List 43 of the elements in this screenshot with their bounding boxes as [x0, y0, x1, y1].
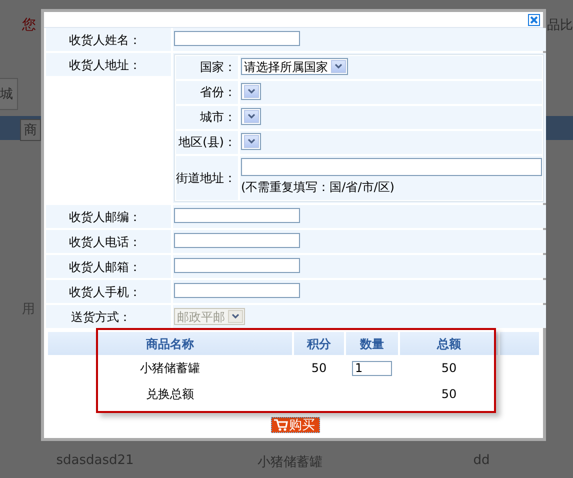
- buy-button[interactable]: 购买: [271, 417, 320, 433]
- postcode-input[interactable]: [174, 208, 300, 223]
- greeting-text: 您: [22, 16, 36, 35]
- field-label: 国家：: [176, 56, 238, 79]
- total-value: 50: [440, 360, 458, 377]
- country-select[interactable]: 请选择所属国家: [241, 58, 348, 75]
- field-label: 收货人手机：: [46, 280, 171, 303]
- points-value: 50: [310, 360, 328, 377]
- column-header: 总额: [400, 332, 498, 355]
- product-name: dd: [473, 453, 490, 470]
- cart-icon: [274, 419, 288, 431]
- close-icon[interactable]: [528, 14, 540, 26]
- field-label: 收货人邮箱：: [46, 255, 171, 278]
- field-label: 街道地址：: [176, 156, 238, 200]
- column-header: 数量: [346, 332, 398, 355]
- field-label: 送货方式：: [46, 305, 171, 328]
- summary-label: 兑换总额: [145, 386, 195, 403]
- field-label: 城市：: [176, 106, 238, 129]
- field-label: 地区(县)：: [176, 131, 238, 154]
- field-label: 收货人地址：: [46, 53, 171, 76]
- summary-total: 50: [440, 386, 458, 403]
- column-header: 积分: [294, 332, 344, 355]
- district-select[interactable]: [241, 133, 261, 150]
- hint-text: (不需重复填写：国/省/市/区): [241, 180, 396, 194]
- province-select[interactable]: [241, 83, 261, 100]
- email-input[interactable]: [174, 258, 300, 273]
- phone-input[interactable]: [174, 233, 300, 248]
- product-name: sdasdasd21: [56, 453, 134, 470]
- street-input[interactable]: [241, 158, 542, 176]
- city-select[interactable]: [241, 108, 261, 125]
- category-select[interactable]: 商: [20, 119, 41, 141]
- quantity-input[interactable]: 1: [352, 360, 392, 376]
- mobile-input[interactable]: [174, 283, 300, 298]
- nav-tab[interactable]: 城: [0, 78, 18, 110]
- product-name: 小猪储蓄罐: [139, 360, 201, 377]
- field-label: 省份：: [176, 81, 238, 104]
- name-input[interactable]: [174, 31, 300, 46]
- field-label: 收货人电话：: [46, 230, 171, 253]
- column-header: 商品名称: [48, 332, 292, 355]
- field-label: 收货人邮编：: [46, 205, 171, 228]
- product-name: 小猪储蓄罐: [258, 454, 322, 471]
- field-label: 收货人姓名：: [46, 28, 171, 51]
- compare-link[interactable]: 品比: [547, 16, 573, 40]
